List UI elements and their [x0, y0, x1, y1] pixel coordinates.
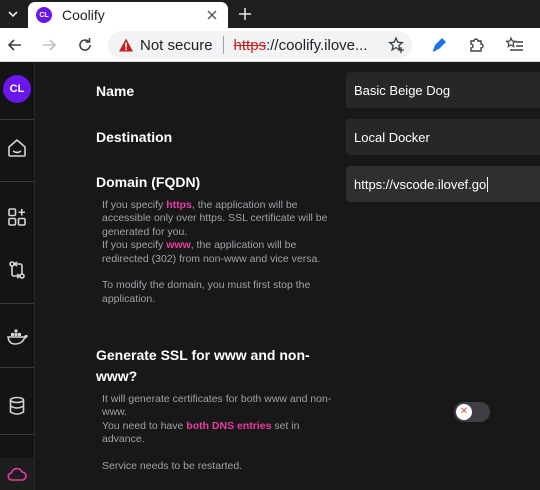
ssl-label: Generate SSL for www and non-www?: [96, 347, 310, 384]
ssl-toggle[interactable]: ✕: [454, 402, 490, 422]
url-scheme: https: [233, 36, 267, 54]
tab-strip: CL Coolify: [0, 0, 540, 28]
avatar[interactable]: CL: [3, 75, 31, 103]
domain-help-www: If you specify www, the application will…: [102, 239, 338, 266]
reload-button[interactable]: [72, 32, 98, 58]
domain-help-https: If you specify https, the application wi…: [102, 199, 338, 239]
chevron-down-icon: [7, 11, 18, 18]
reading-list-icon: [506, 36, 523, 51]
sidebar-divider: [0, 119, 34, 120]
sidebar-divider: [0, 181, 34, 182]
grid-icon: [8, 208, 26, 226]
sidebar-item-applications[interactable]: [3, 203, 31, 231]
destination-label: Destination: [96, 129, 173, 145]
bookmark-star-icon: [388, 36, 404, 53]
sidebar-item-git-sources[interactable]: [3, 256, 31, 284]
security-status[interactable]: Not secure: [140, 37, 213, 54]
reload-icon: [79, 38, 91, 51]
sidebar-item-destinations[interactable]: [3, 323, 31, 351]
domain-label: Domain (FQDN): [96, 174, 201, 190]
docker-icon: [7, 329, 28, 345]
forward-button[interactable]: [36, 32, 62, 58]
help-text: You need to have: [102, 419, 187, 432]
text-caret: [487, 176, 489, 192]
name-label: Name: [96, 83, 135, 99]
ssl-help-restart: Service needs to be restarted.: [102, 460, 243, 473]
browser-tab[interactable]: CL Coolify: [28, 2, 228, 28]
sidebar-item-databases[interactable]: [3, 392, 31, 420]
arrow-right-icon: [43, 39, 57, 51]
name-input[interactable]: Basic Beige Dog: [346, 72, 540, 108]
sidebar-item-services[interactable]: [3, 460, 31, 488]
puzzle-icon: [470, 38, 484, 52]
ssl-help-dns: You need to have both DNS entries set in…: [102, 420, 338, 447]
sidebar-divider: [0, 303, 34, 304]
plus-icon: [239, 8, 251, 20]
ssl-help-text: It will generate certificates for both w…: [102, 393, 338, 473]
domain-help-stop: To modify the domain, you must first sto…: [102, 279, 311, 305]
sidebar-divider: [0, 434, 34, 435]
app-sidebar: CL: [0, 62, 35, 490]
x-icon: ✕: [456, 404, 472, 420]
extensions-button[interactable]: [463, 32, 489, 58]
tab-search-button[interactable]: [0, 0, 25, 28]
back-button[interactable]: [2, 32, 28, 58]
git-branch-icon: [9, 261, 25, 279]
address-bar[interactable]: Not secure https ://coolify.ilove...: [108, 31, 412, 59]
pen-icon: [432, 38, 446, 52]
bookmark-button[interactable]: [388, 36, 406, 54]
home-icon: [8, 139, 26, 157]
close-icon[interactable]: [202, 5, 222, 25]
url-text: ://coolify.ilove...: [266, 36, 368, 54]
service-settings-form: Name Basic Beige Dog Destination Local D…: [35, 62, 540, 490]
sidebar-divider: [0, 367, 34, 368]
help-text: If you specify: [102, 239, 167, 252]
help-highlight: both DNS entries: [186, 419, 272, 432]
sidebar-item-home[interactable]: [3, 134, 31, 162]
help-highlight: www: [166, 239, 191, 252]
ssl-help-certificates: It will generate certificates for both w…: [102, 393, 332, 419]
cloud-icon: [7, 467, 27, 481]
arrow-left-icon: [7, 39, 21, 51]
new-tab-button[interactable]: [234, 2, 256, 26]
domain-input-value: https://vscode.ilovef.go: [354, 176, 487, 192]
browser-toolbar: Not secure https ://coolify.ilove...: [0, 28, 540, 62]
reading-list-button[interactable]: [502, 32, 528, 58]
domain-help-text: If you specify https, the application wi…: [102, 199, 338, 306]
coolify-favicon-icon: CL: [36, 7, 52, 23]
warning-icon[interactable]: [118, 37, 134, 53]
database-icon: [9, 396, 25, 415]
domain-input[interactable]: https://vscode.ilovef.go: [346, 166, 540, 202]
extension-pen-button[interactable]: [426, 32, 452, 58]
destination-field[interactable]: Local Docker: [346, 119, 540, 155]
omnibox-divider: [222, 36, 224, 54]
help-text: If you specify: [102, 199, 167, 211]
help-highlight: https: [166, 199, 192, 211]
tab-title: Coolify: [62, 7, 105, 23]
